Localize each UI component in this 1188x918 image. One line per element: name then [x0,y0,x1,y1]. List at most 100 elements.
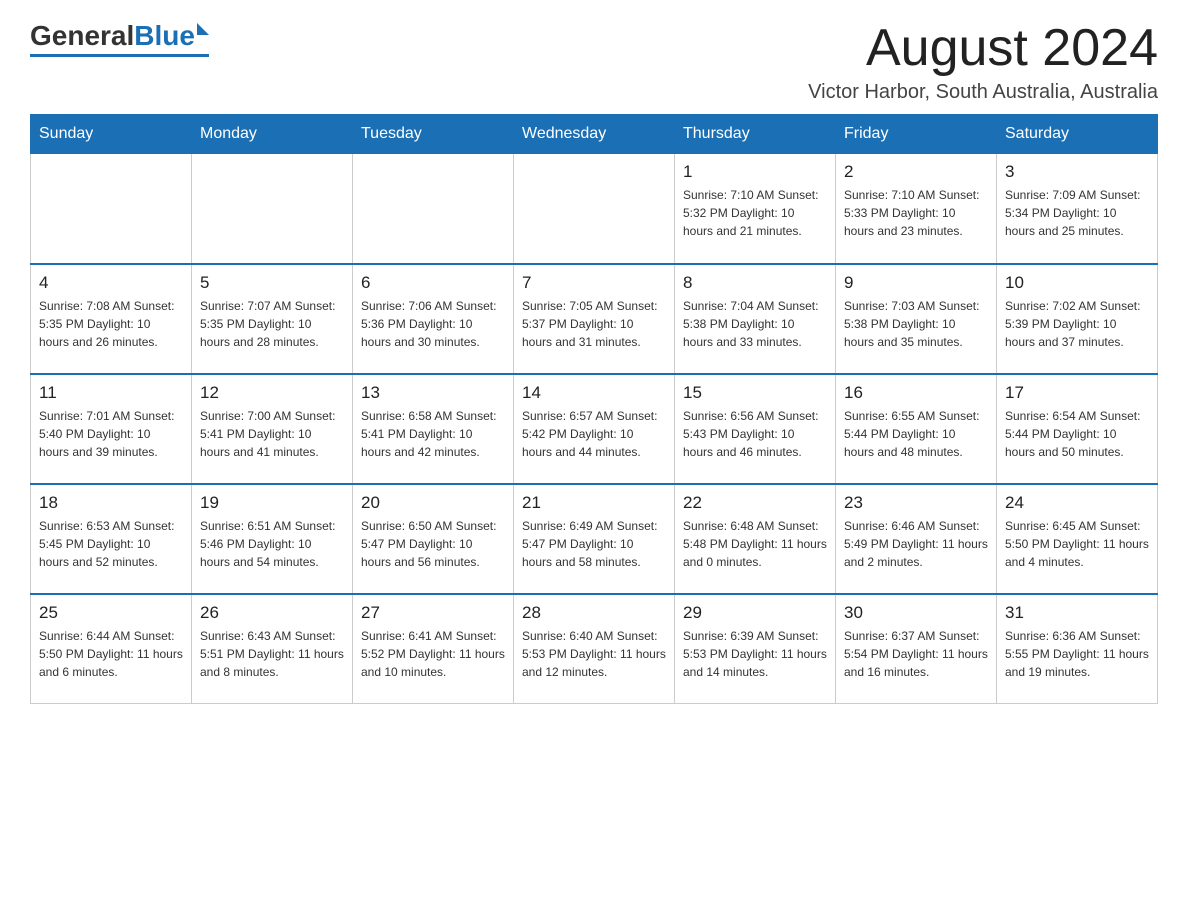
day-number: 31 [1005,603,1149,623]
logo-underline [30,54,209,57]
calendar-week-row-3: 11 Sunrise: 7:01 AM Sunset: 5:40 PM Dayli… [31,374,1158,484]
day-number: 10 [1005,273,1149,293]
day-info: Sunrise: 7:03 AM Sunset: 5:38 PM Dayligh… [844,297,988,351]
calendar-cell [353,154,514,264]
calendar-week-row-2: 4Sunrise: 7:08 AM Sunset: 5:35 PM Daylig… [31,264,1158,374]
day-number: 24 [1005,493,1149,513]
calendar-cell: 17Sunrise: 6:54 AM Sunset: 5:44 PM Dayli… [997,374,1158,484]
day-info: Sunrise: 6:37 AM Sunset: 5:54 PM Dayligh… [844,627,988,681]
day-number: 12 [200,383,344,403]
page-header: General Blue August 2024 Victor Harbor, … [30,20,1158,104]
day-number: 7 [522,273,666,293]
day-number: 13 [361,383,505,403]
calendar-cell: 11 Sunrise: 7:01 AM Sunset: 5:40 PM Dayli… [31,374,192,484]
day-info: Sunrise: 7:07 AM Sunset: 5:35 PM Dayligh… [200,297,344,351]
calendar-cell: 13Sunrise: 6:58 AM Sunset: 5:41 PM Dayli… [353,374,514,484]
day-number: 30 [844,603,988,623]
calendar-cell: 28 Sunrise: 6:40 AM Sunset: 5:53 PM Dayli… [514,594,675,704]
day-info: Sunrise: 6:57 AM Sunset: 5:42 PM Dayligh… [522,407,666,461]
day-info: Sunrise: 6:43 AM Sunset: 5:51 PM Dayligh… [200,627,344,681]
calendar-cell: 14 Sunrise: 6:57 AM Sunset: 5:42 PM Dayli… [514,374,675,484]
day-info: Sunrise: 7:06 AM Sunset: 5:36 PM Dayligh… [361,297,505,351]
day-number: 15 [683,383,827,403]
day-number: 18 [39,493,183,513]
calendar-week-row-5: 25Sunrise: 6:44 AM Sunset: 5:50 PM Dayli… [31,594,1158,704]
calendar-cell: 22Sunrise: 6:48 AM Sunset: 5:48 PM Dayli… [675,484,836,594]
day-number: 4 [39,273,183,293]
calendar-cell: 29 Sunrise: 6:39 AM Sunset: 5:53 PM Dayli… [675,594,836,704]
day-info: Sunrise: 7:00 AM Sunset: 5:41 PM Dayligh… [200,407,344,461]
day-number: 21 [522,493,666,513]
day-info: Sunrise: 7:10 AM Sunset: 5:32 PM Dayligh… [683,186,827,240]
day-info: Sunrise: 6:53 AM Sunset: 5:45 PM Dayligh… [39,517,183,571]
day-info: Sunrise: 6:45 AM Sunset: 5:50 PM Dayligh… [1005,517,1149,571]
calendar-week-row-1: 1Sunrise: 7:10 AM Sunset: 5:32 PM Daylig… [31,154,1158,264]
calendar-cell: 2Sunrise: 7:10 AM Sunset: 5:33 PM Daylig… [836,154,997,264]
day-info: Sunrise: 6:46 AM Sunset: 5:49 PM Dayligh… [844,517,988,571]
logo: General Blue [30,20,209,57]
day-number: 14 [522,383,666,403]
calendar-cell: 7 Sunrise: 7:05 AM Sunset: 5:37 PM Daylig… [514,264,675,374]
calendar-cell: 23 Sunrise: 6:46 AM Sunset: 5:49 PM Dayli… [836,484,997,594]
day-info: Sunrise: 6:51 AM Sunset: 5:46 PM Dayligh… [200,517,344,571]
calendar-cell: 16Sunrise: 6:55 AM Sunset: 5:44 PM Dayli… [836,374,997,484]
title-section: August 2024 Victor Harbor, South Austral… [808,20,1158,104]
day-number: 28 [522,603,666,623]
calendar-cell: 27 Sunrise: 6:41 AM Sunset: 5:52 PM Dayli… [353,594,514,704]
calendar-header-saturday: Saturday [997,115,1158,154]
calendar-header-friday: Friday [836,115,997,154]
day-number: 9 [844,273,988,293]
calendar-cell: 26 Sunrise: 6:43 AM Sunset: 5:51 PM Dayli… [192,594,353,704]
day-number: 11 [39,383,183,403]
calendar-cell: 5 Sunrise: 7:07 AM Sunset: 5:35 PM Daylig… [192,264,353,374]
calendar-cell [31,154,192,264]
day-info: Sunrise: 6:50 AM Sunset: 5:47 PM Dayligh… [361,517,505,571]
logo-triangle-icon [197,23,209,35]
day-number: 27 [361,603,505,623]
day-number: 29 [683,603,827,623]
calendar-cell: 21 Sunrise: 6:49 AM Sunset: 5:47 PM Dayli… [514,484,675,594]
calendar-header-thursday: Thursday [675,115,836,154]
calendar-cell: 6 Sunrise: 7:06 AM Sunset: 5:36 PM Daylig… [353,264,514,374]
day-number: 23 [844,493,988,513]
calendar-cell: 25Sunrise: 6:44 AM Sunset: 5:50 PM Dayli… [31,594,192,704]
calendar-cell: 8Sunrise: 7:04 AM Sunset: 5:38 PM Daylig… [675,264,836,374]
calendar-cell: 3Sunrise: 7:09 AM Sunset: 5:34 PM Daylig… [997,154,1158,264]
day-info: Sunrise: 7:01 AM Sunset: 5:40 PM Dayligh… [39,407,183,461]
calendar-cell: 1Sunrise: 7:10 AM Sunset: 5:32 PM Daylig… [675,154,836,264]
calendar-cell: 31Sunrise: 6:36 AM Sunset: 5:55 PM Dayli… [997,594,1158,704]
calendar-header-row: SundayMondayTuesdayWednesdayThursdayFrid… [31,115,1158,154]
day-number: 2 [844,162,988,182]
day-number: 5 [200,273,344,293]
day-info: Sunrise: 7:02 AM Sunset: 5:39 PM Dayligh… [1005,297,1149,351]
location-subtitle: Victor Harbor, South Australia, Australi… [808,81,1158,104]
logo-general-text: General [30,20,134,52]
calendar-table: SundayMondayTuesdayWednesdayThursdayFrid… [30,114,1158,704]
calendar-cell: 4Sunrise: 7:08 AM Sunset: 5:35 PM Daylig… [31,264,192,374]
calendar-header-monday: Monday [192,115,353,154]
calendar-cell [514,154,675,264]
day-number: 25 [39,603,183,623]
day-info: Sunrise: 6:40 AM Sunset: 5:53 PM Dayligh… [522,627,666,681]
day-info: Sunrise: 6:49 AM Sunset: 5:47 PM Dayligh… [522,517,666,571]
day-info: Sunrise: 6:56 AM Sunset: 5:43 PM Dayligh… [683,407,827,461]
logo-blue-text: Blue [134,20,209,52]
day-info: Sunrise: 7:05 AM Sunset: 5:37 PM Dayligh… [522,297,666,351]
day-info: Sunrise: 6:41 AM Sunset: 5:52 PM Dayligh… [361,627,505,681]
day-info: Sunrise: 6:39 AM Sunset: 5:53 PM Dayligh… [683,627,827,681]
calendar-cell: 10 Sunrise: 7:02 AM Sunset: 5:39 PM Dayli… [997,264,1158,374]
calendar-week-row-4: 18 Sunrise: 6:53 AM Sunset: 5:45 PM Dayli… [31,484,1158,594]
calendar-cell: 15 Sunrise: 6:56 AM Sunset: 5:43 PM Dayli… [675,374,836,484]
calendar-cell: 18 Sunrise: 6:53 AM Sunset: 5:45 PM Dayli… [31,484,192,594]
day-number: 26 [200,603,344,623]
day-info: Sunrise: 6:55 AM Sunset: 5:44 PM Dayligh… [844,407,988,461]
day-info: Sunrise: 7:09 AM Sunset: 5:34 PM Dayligh… [1005,186,1149,240]
calendar-header-tuesday: Tuesday [353,115,514,154]
calendar-header-sunday: Sunday [31,115,192,154]
calendar-cell [192,154,353,264]
day-number: 22 [683,493,827,513]
calendar-cell: 24 Sunrise: 6:45 AM Sunset: 5:50 PM Dayli… [997,484,1158,594]
day-number: 6 [361,273,505,293]
day-info: Sunrise: 7:04 AM Sunset: 5:38 PM Dayligh… [683,297,827,351]
calendar-cell: 20Sunrise: 6:50 AM Sunset: 5:47 PM Dayli… [353,484,514,594]
